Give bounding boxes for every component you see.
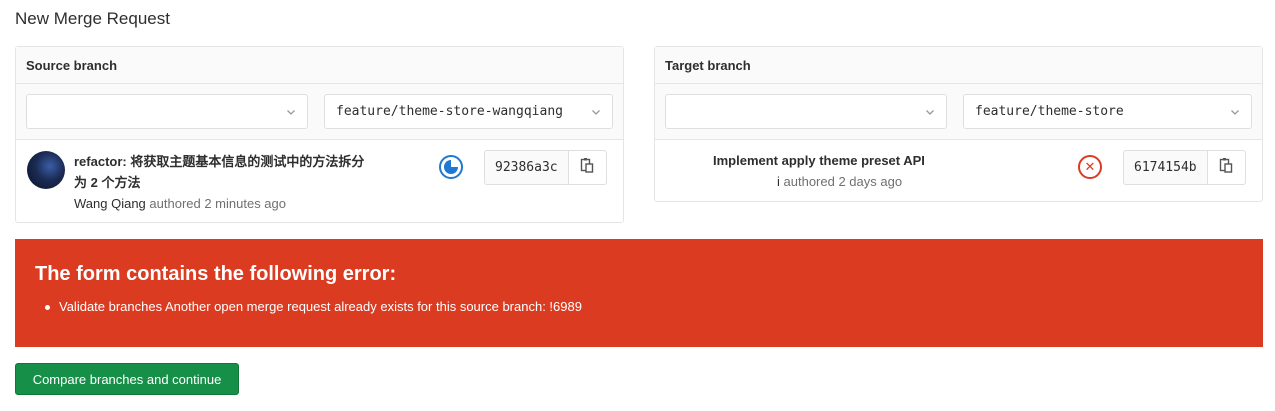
target-commit-row: Implement apply theme preset API i autho… (655, 140, 1262, 202)
source-branch-panel: Source branch feature/theme-store-wangqi… (15, 46, 624, 223)
error-item: Validate branches Another open merge req… (45, 299, 1243, 314)
copy-sha-button[interactable] (1206, 150, 1246, 185)
target-branch-value: feature/theme-store (975, 104, 1124, 119)
avatar[interactable] (27, 151, 65, 189)
status-running-icon[interactable] (439, 155, 463, 179)
error-list: Validate branches Another open merge req… (35, 299, 1243, 314)
source-selects: feature/theme-store-wangqiang (16, 84, 623, 140)
target-commit-meta: i authored 2 days ago (707, 174, 902, 190)
source-commit-time: authored 2 minutes ago (149, 196, 287, 211)
avatar[interactable] (666, 144, 706, 194)
chevron-down-icon (1230, 107, 1240, 117)
source-commit-sha[interactable]: 92386a3c (484, 150, 568, 185)
source-branch-dropdown[interactable]: feature/theme-store-wangqiang (324, 94, 613, 129)
target-project-dropdown[interactable] (665, 94, 947, 129)
source-branch-header: Source branch (16, 47, 623, 84)
target-commit-sha[interactable]: 6174154b (1123, 150, 1207, 185)
target-commit-time: authored 2 days ago (783, 174, 903, 189)
target-commit-title[interactable]: Implement apply theme preset API (713, 150, 925, 171)
copy-sha-button[interactable] (567, 150, 607, 185)
status-failed-icon[interactable]: ✕ (1078, 155, 1102, 179)
source-project-dropdown[interactable] (26, 94, 308, 129)
error-alert: The form contains the following error: V… (15, 239, 1263, 347)
chevron-down-icon (286, 107, 296, 117)
compare-branches-button[interactable]: Compare branches and continue (15, 363, 239, 395)
source-branch-value: feature/theme-store-wangqiang (336, 104, 563, 119)
clipboard-icon (580, 157, 594, 178)
source-sha-group: 92386a3c (484, 150, 607, 185)
chevron-down-icon (591, 107, 601, 117)
source-commit-title-line1: refactor: 将获取主题基本信息的测试中的方法拆分 (74, 154, 365, 169)
target-commit-author[interactable]: i (777, 174, 780, 189)
target-selects: feature/theme-store (655, 84, 1262, 140)
source-commit-row: refactor: 将获取主题基本信息的测试中的方法拆分 为 2 个方法 Wan… (16, 140, 623, 222)
error-title: The form contains the following error: (35, 263, 397, 285)
source-commit-author[interactable]: Wang Qiang (74, 196, 146, 211)
chevron-down-icon (925, 107, 935, 117)
target-sha-group: 6174154b (1123, 150, 1246, 185)
source-commit-meta: Wang Qiang authored 2 minutes ago (74, 196, 286, 211)
source-commit-title[interactable]: refactor: 将获取主题基本信息的测试中的方法拆分 为 2 个方法 (74, 151, 414, 193)
target-branch-panel: Target branch feature/theme-store Implem… (654, 46, 1263, 202)
target-branch-dropdown[interactable]: feature/theme-store (963, 94, 1252, 129)
clipboard-icon (1219, 157, 1233, 178)
target-branch-header: Target branch (655, 47, 1262, 84)
source-commit-title-line2: 为 2 个方法 (74, 175, 141, 190)
page-title: New Merge Request (15, 9, 170, 28)
